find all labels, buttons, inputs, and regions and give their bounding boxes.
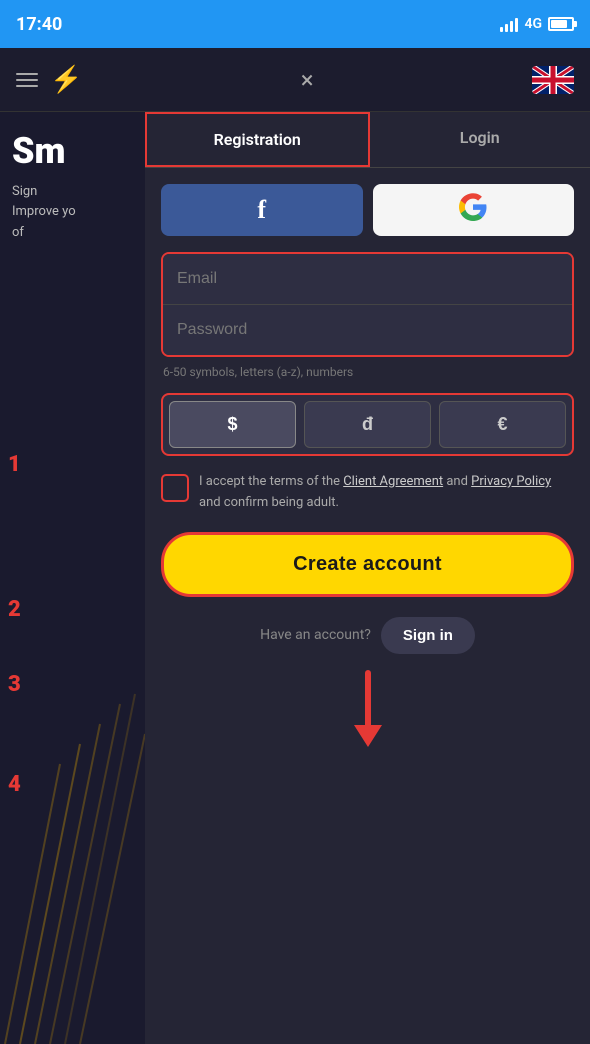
hamburger-menu-icon[interactable] [16, 73, 38, 87]
currency-vnd-button[interactable]: đ [304, 401, 431, 448]
password-field[interactable] [163, 305, 572, 355]
facebook-button[interactable]: f [161, 184, 363, 236]
terms-section: I accept the terms of the Client Agreeme… [161, 472, 574, 514]
terms-checkbox[interactable] [161, 474, 189, 502]
arrow-head-icon [354, 725, 382, 747]
google-icon [459, 193, 487, 227]
battery-icon [548, 17, 574, 31]
tabs-container: Registration Login [145, 112, 590, 168]
status-bar: 17:40 4G [0, 0, 590, 48]
signin-section: Have an account? Sign in [161, 617, 574, 654]
social-buttons: f [161, 184, 574, 236]
uk-flag-icon[interactable] [532, 66, 574, 94]
currency-eur-button[interactable]: € [439, 401, 566, 448]
step-1-label: 1 [8, 452, 21, 477]
have-account-text: Have an account? [260, 627, 371, 643]
currency-usd-button[interactable]: $ [169, 401, 296, 448]
sign-in-button[interactable]: Sign in [381, 617, 475, 654]
tab-login[interactable]: Login [370, 112, 590, 167]
google-button[interactable] [373, 184, 575, 236]
right-panel: Registration Login f [145, 112, 590, 1044]
terms-text: I accept the terms of the Client Agreeme… [199, 472, 574, 514]
form-content: f 6-50 symbo [145, 168, 590, 783]
left-panel-subtitle: Sign Improve yo of [12, 182, 133, 244]
status-icons: 4G [500, 16, 574, 32]
privacy-policy-link[interactable]: Privacy Policy [471, 474, 551, 489]
arrow-shaft [365, 670, 371, 725]
currency-section: $ đ € [161, 393, 574, 456]
header-left: ⚡ [16, 65, 82, 95]
credentials-input-group [161, 252, 574, 357]
tab-registration[interactable]: Registration [145, 112, 370, 167]
bolt-icon: ⚡ [50, 65, 82, 95]
step-2-label: 2 [8, 597, 21, 622]
email-field[interactable] [163, 254, 572, 305]
main-content: Sm Sign Improve yo of 1 2 3 4 Registrat [0, 112, 590, 1044]
close-icon[interactable]: × [301, 68, 314, 92]
client-agreement-link[interactable]: Client Agreement [343, 474, 443, 489]
create-account-button[interactable]: Create account [161, 532, 574, 597]
decorative-lines [0, 644, 145, 1044]
currency-buttons-group: $ đ € [161, 393, 574, 456]
signal-bars-icon [500, 16, 518, 32]
arrow-annotation [161, 670, 574, 767]
status-time: 17:40 [16, 14, 62, 35]
app-header: ⚡ × [0, 48, 590, 112]
network-label: 4G [524, 16, 542, 32]
left-panel: Sm Sign Improve yo of 1 2 3 4 [0, 112, 145, 1044]
left-panel-title: Sm [12, 132, 133, 172]
password-hint: 6-50 symbols, letters (a-z), numbers [161, 365, 574, 379]
facebook-icon: f [257, 195, 266, 225]
